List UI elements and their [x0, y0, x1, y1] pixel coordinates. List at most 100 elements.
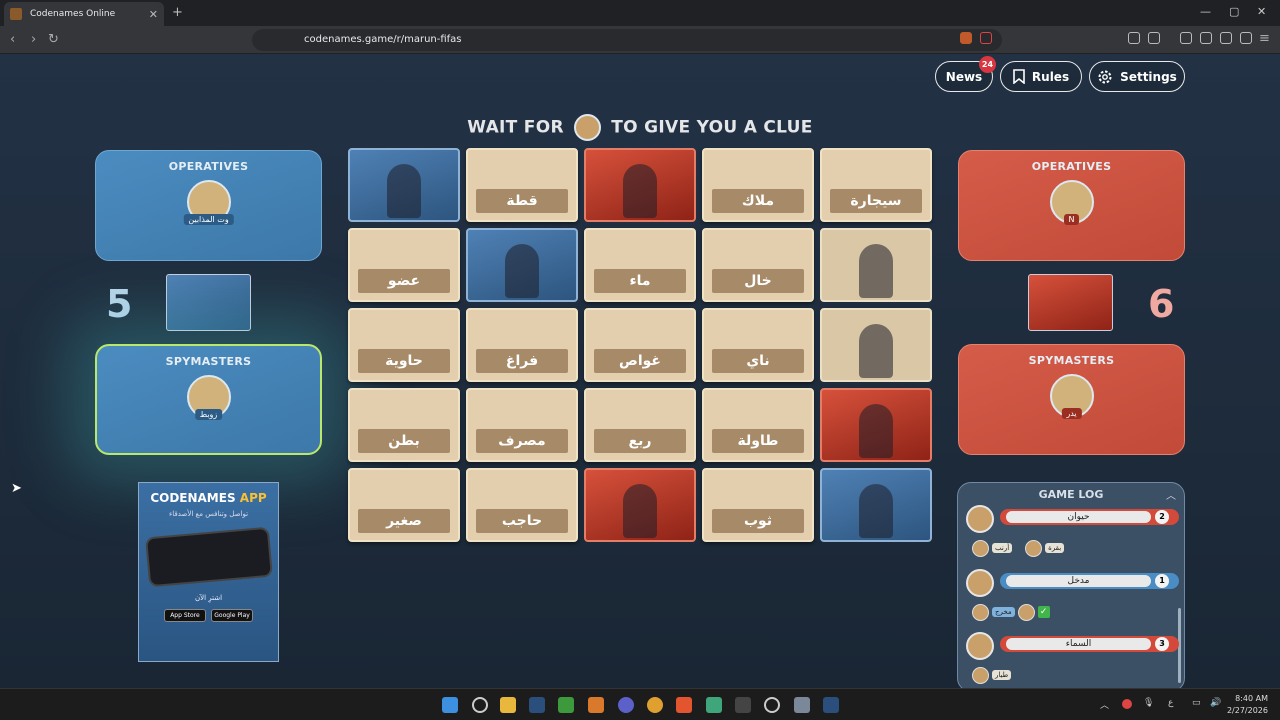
word-card[interactable]: صغير [348, 468, 460, 542]
chrome-icon[interactable] [647, 697, 663, 713]
clock-time: 8:40 AM [1235, 694, 1268, 703]
microphone-icon[interactable]: 🎙 [1143, 698, 1154, 708]
word-card-label: خال [712, 269, 804, 293]
leo-icon[interactable] [1220, 32, 1232, 44]
minimize-icon[interactable]: — [1200, 5, 1211, 18]
language-icon[interactable]: ع [1168, 698, 1173, 708]
word-card[interactable]: غواص [584, 308, 696, 382]
red-operatives-panel[interactable]: OPERATIVES N [958, 150, 1185, 261]
word-card[interactable] [820, 308, 932, 382]
tab-search-icon[interactable] [1148, 32, 1160, 44]
search-app-icon[interactable] [794, 697, 810, 713]
clue-bar: السماء 3 [1000, 636, 1179, 652]
blue-agent-card [166, 274, 251, 331]
maximize-icon[interactable]: ▢ [1229, 5, 1239, 18]
file-explorer-icon[interactable] [500, 697, 516, 713]
log-entry-avatar [966, 632, 994, 660]
word-card[interactable]: ربع [584, 388, 696, 462]
xbox-icon[interactable] [558, 697, 574, 713]
blue-spymaster-name: زوبط [194, 409, 223, 420]
app-icon-2[interactable] [764, 697, 780, 713]
back-icon[interactable]: ‹ [10, 32, 15, 47]
brave-rewards-icon[interactable] [980, 32, 992, 44]
brave-shield-icon[interactable] [960, 32, 972, 44]
extensions-icon[interactable] [1128, 32, 1140, 44]
word-card[interactable]: فراغ [466, 308, 578, 382]
word-card-label: مصرف [476, 429, 568, 453]
sidebar-icon[interactable] [1180, 32, 1192, 44]
reload-icon[interactable]: ↻ [48, 32, 59, 47]
clue-word: السماء [1006, 638, 1151, 650]
rules-button[interactable]: Rules [1000, 61, 1082, 92]
steam-icon-2[interactable] [823, 697, 839, 713]
word-card[interactable] [584, 148, 696, 222]
word-card[interactable]: ثوب [702, 468, 814, 542]
tray-app-icon[interactable] [1122, 699, 1132, 709]
guess-row: أرنب بقرة [972, 539, 1065, 557]
word-card[interactable]: سيجارة [820, 148, 932, 222]
game-log-panel[interactable]: GAME LOG ︿ حيوان 2 أرنب بقرة مدخل 1 مخرج… [957, 482, 1185, 692]
steam-icon[interactable] [529, 697, 545, 713]
news-button[interactable]: News 24 [935, 56, 996, 92]
red-spymasters-panel[interactable]: SPYMASTERS يدر [958, 344, 1185, 455]
google-play-button[interactable]: Google Play [211, 609, 254, 622]
word-card[interactable] [820, 468, 932, 542]
app-store-button[interactable]: App Store [163, 609, 206, 622]
guesser-avatar [972, 603, 989, 621]
word-card[interactable] [820, 388, 932, 462]
word-card[interactable]: حاوية [348, 308, 460, 382]
word-card[interactable] [584, 468, 696, 542]
guess-word: طيار [992, 670, 1012, 680]
codenames-favicon-icon [10, 8, 22, 20]
app-promo-banner[interactable]: CODENAMES APP تواصل وتنافس مع الأصدقاء ا… [138, 482, 279, 662]
browser-tab[interactable]: Codenames Online ✕ [4, 2, 164, 26]
volume-icon[interactable]: 🔊 [1210, 698, 1221, 708]
brave-icon[interactable] [676, 697, 692, 713]
guesser-avatar [972, 539, 989, 557]
clue-suffix: TO GIVE YOU A CLUE [611, 117, 813, 138]
word-card[interactable] [466, 228, 578, 302]
clue-prefix: WAIT FOR [467, 117, 564, 138]
capcut-icon[interactable] [735, 697, 751, 713]
tab-close-icon[interactable]: ✕ [149, 8, 158, 21]
guess-word: أرنب [992, 543, 1013, 553]
app-icon[interactable] [588, 697, 604, 713]
blue-operative-avatar: وت المذابين [183, 180, 234, 225]
new-tab-button[interactable]: + [172, 5, 183, 20]
blue-spymasters-panel[interactable]: SPYMASTERS زوبط [95, 344, 322, 455]
red-agent-card [1028, 274, 1113, 331]
clue-number: 3 [1155, 637, 1169, 651]
word-card[interactable]: عضو [348, 228, 460, 302]
url-field[interactable]: codenames.game/r/marun-fifas [252, 29, 1002, 51]
word-card-label: ملاك [712, 189, 804, 213]
vpn-icon[interactable] [1240, 32, 1252, 44]
word-card[interactable]: بطن [348, 388, 460, 462]
forward-icon[interactable]: › [31, 32, 36, 47]
word-card[interactable]: ماء [584, 228, 696, 302]
bookmark-rules-icon [1013, 69, 1025, 84]
word-card[interactable]: خال [702, 228, 814, 302]
word-card[interactable]: ملاك [702, 148, 814, 222]
word-card[interactable]: طاولة [702, 388, 814, 462]
tray-chevron-icon[interactable]: ︿ [1100, 698, 1109, 711]
word-card[interactable] [820, 228, 932, 302]
word-card[interactable]: مصرف [466, 388, 578, 462]
word-card[interactable]: ناي [702, 308, 814, 382]
discord-icon[interactable] [618, 697, 634, 713]
clue-bar: حيوان 2 [1000, 509, 1179, 525]
collapse-chevron-icon[interactable]: ︿ [1166, 487, 1176, 502]
word-card[interactable] [348, 148, 460, 222]
blue-operatives-panel[interactable]: OPERATIVES وت المذابين [95, 150, 322, 261]
window-close-icon[interactable]: ✕ [1257, 5, 1266, 18]
word-card[interactable]: حاجب [466, 468, 578, 542]
word-card[interactable]: قطة [466, 148, 578, 222]
gear-icon [1098, 70, 1112, 83]
start-icon[interactable] [442, 697, 458, 713]
settings-button[interactable]: Settings [1089, 61, 1185, 92]
network-icon[interactable]: ▭ [1192, 698, 1201, 708]
taskbar-clock[interactable]: 8:40 AM 2/27/2026 [1227, 693, 1268, 717]
menu-icon[interactable]: ≡ [1259, 31, 1270, 46]
whatsapp-icon[interactable] [706, 697, 722, 713]
settings-app-icon[interactable] [472, 697, 488, 713]
wallet-icon[interactable] [1200, 32, 1212, 44]
